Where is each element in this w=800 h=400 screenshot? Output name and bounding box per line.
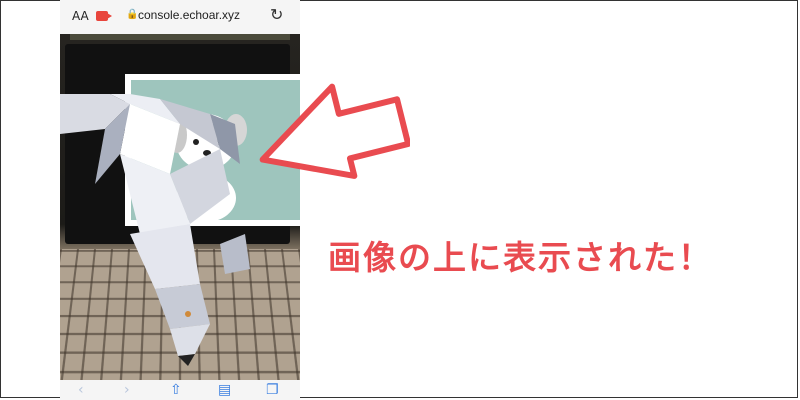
reload-icon[interactable]: ↻ [270,5,283,24]
phone-screenshot: AA 🔒 console.echoar.xyz ↻ ‹ › ⇧ ▤ ❐ [60,0,300,400]
bookmarks-icon[interactable]: ▤ [218,382,231,398]
wolf-eye [185,311,191,317]
wolf-neck [130,224,200,289]
camera-icon[interactable] [96,11,112,21]
wolf-nose [178,354,195,366]
share-icon[interactable]: ⇧ [170,382,182,398]
back-icon[interactable]: ‹ [78,382,84,398]
lock-icon: 🔒 [126,9,139,20]
url-text[interactable]: console.echoar.xyz [138,8,240,22]
text-size-button[interactable]: AA [72,9,89,23]
browser-toolbar: ‹ › ⇧ ▤ ❐ [60,380,300,400]
laptop-screen-edge [70,34,290,40]
arrow-icon [259,83,410,179]
tabs-icon[interactable]: ❐ [266,382,279,398]
browser-address-bar[interactable]: AA 🔒 console.echoar.xyz ↻ [60,0,300,34]
caption-text: 画像の上に表示された！ [328,238,713,277]
wolf-head [155,284,210,329]
forward-icon[interactable]: › [124,382,130,398]
wolf-ear [220,234,250,274]
wolf-snout [170,324,210,356]
